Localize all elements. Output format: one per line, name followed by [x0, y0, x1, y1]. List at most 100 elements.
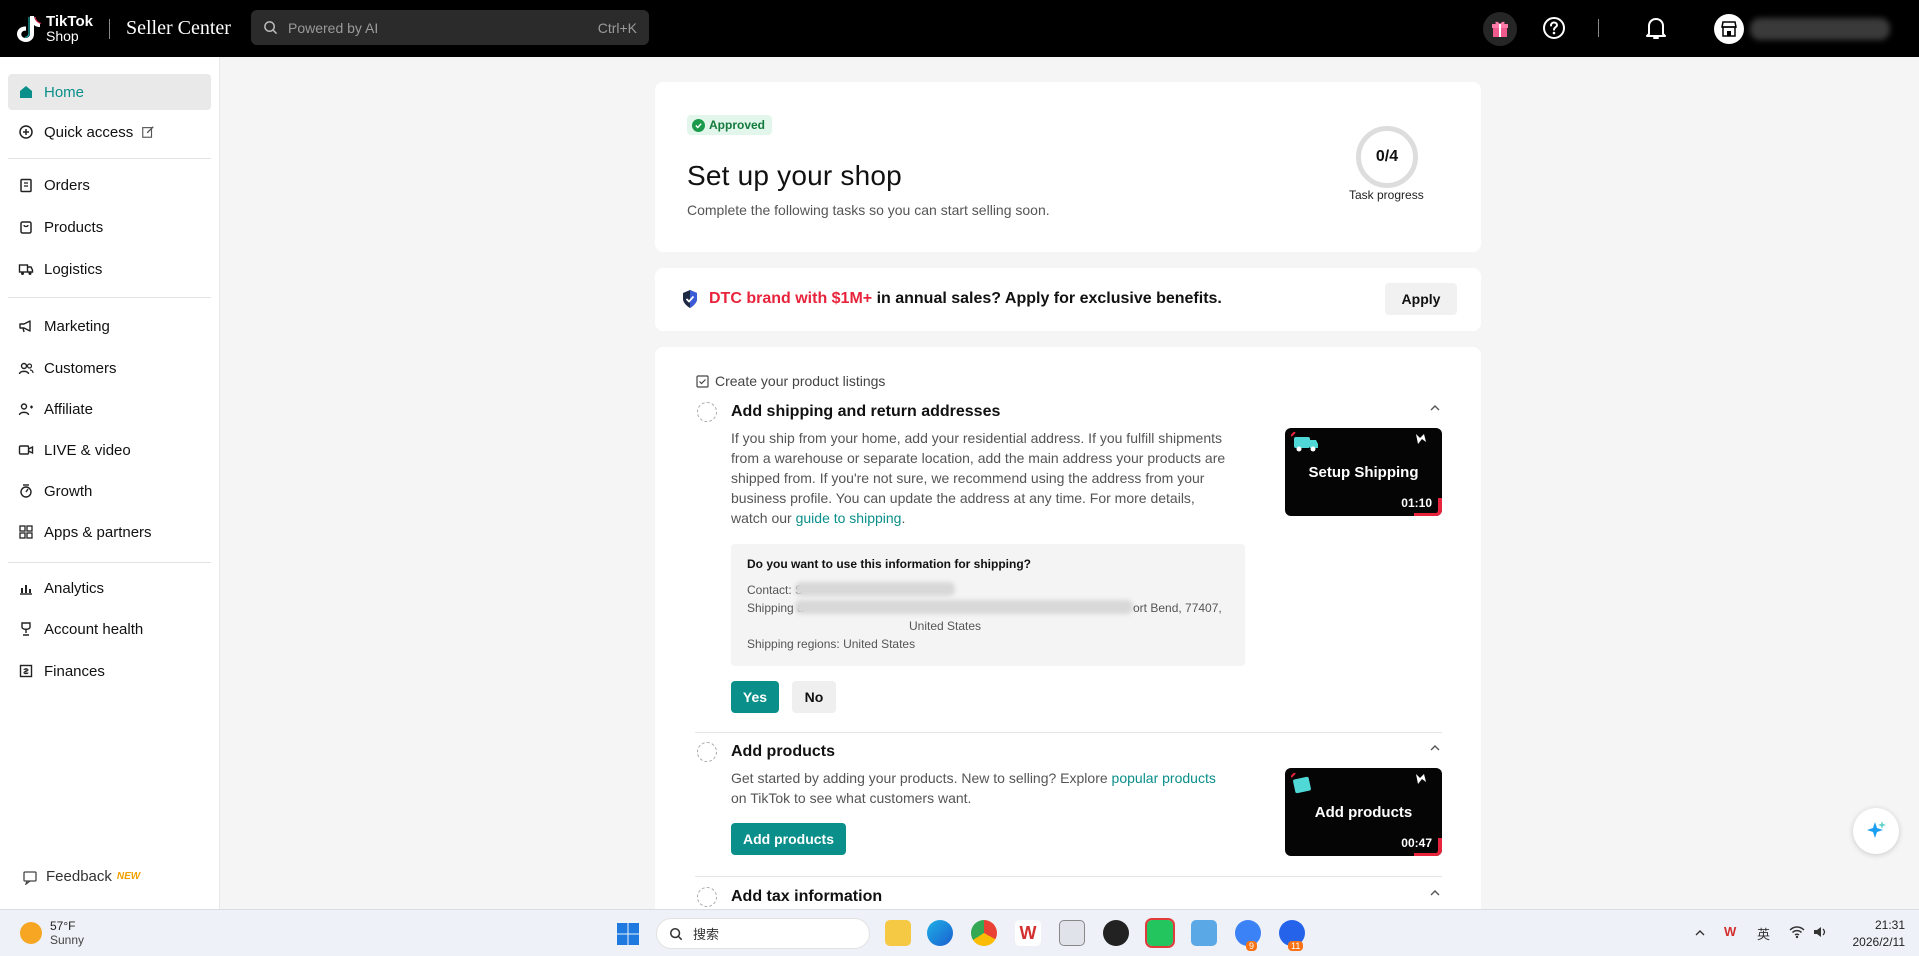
yes-button[interactable]: Yes	[731, 681, 779, 713]
sidebar-item-live-video[interactable]: LIVE & video	[8, 432, 211, 468]
dtc-rest: in annual sales? Apply for exclusive ben…	[872, 290, 1222, 307]
logo-divider	[108, 18, 110, 39]
sidebar-item-quick-access[interactable]: Quick access	[8, 114, 211, 150]
search-icon	[669, 927, 683, 940]
sidebar-item-growth[interactable]: Growth	[8, 473, 211, 509]
sidebar-divider	[8, 297, 211, 298]
task-status-circle	[697, 402, 717, 422]
sidebar-item-label: Products	[44, 218, 104, 236]
product-name: Seller Center	[125, 17, 231, 39]
sidebar-item-marketing[interactable]: Marketing	[8, 308, 211, 344]
shipping-info-box: Do you want to use this information for …	[731, 544, 1245, 666]
ai-assistant-button[interactable]	[1853, 808, 1899, 854]
sidebar-item-account-health[interactable]: Account health	[8, 611, 211, 647]
truck-sticker-icon	[1291, 432, 1318, 452]
taskbar-search[interactable]: 搜索	[656, 918, 870, 949]
logo-line1: TikTok	[46, 12, 93, 30]
video-thumbnail-products[interactable]: Add products 00:47	[1285, 768, 1442, 856]
no-button[interactable]: No	[792, 681, 836, 713]
help-icon[interactable]	[1542, 16, 1566, 40]
chevron-up-icon[interactable]	[1429, 402, 1441, 414]
sidebar-item-analytics[interactable]: Analytics	[8, 570, 211, 606]
sidebar-item-home[interactable]: Home	[8, 74, 211, 110]
sidebar-item-label: Orders	[44, 176, 90, 194]
new-badge: NEW	[116, 871, 141, 882]
finance-icon	[19, 664, 33, 678]
sidebar-item-logistics[interactable]: Logistics	[8, 251, 211, 287]
system-clock[interactable]: 21:31 2026/2/11	[1853, 917, 1906, 951]
page-title: Set up your shop	[687, 160, 902, 191]
wifi-icon[interactable]	[1789, 925, 1805, 939]
sidebar-item-finances[interactable]: Finances	[8, 653, 211, 689]
popular-products-link[interactable]: popular products	[1112, 770, 1216, 786]
qq-icon[interactable]	[1103, 920, 1129, 946]
sidebar-item-orders[interactable]: Orders	[8, 167, 211, 203]
tiktok-shop-logo[interactable]: TikTok Shop	[14, 14, 93, 44]
desc-line: Get started by adding your products. New…	[731, 768, 1271, 788]
ime-indicator[interactable]: 英	[1757, 924, 1770, 943]
chevron-up-icon[interactable]	[1429, 742, 1441, 754]
file-explorer-icon[interactable]	[885, 920, 911, 946]
address-tail: ort Bend, 77407,	[1133, 601, 1222, 615]
sidebar-item-apps-partners[interactable]: Apps & partners	[8, 514, 211, 550]
feedback-icon	[23, 870, 37, 885]
chevron-up-icon[interactable]	[1429, 887, 1441, 899]
truck-icon	[18, 264, 34, 275]
wps-icon[interactable]: W	[1015, 920, 1041, 946]
box-sticker-icon	[1291, 773, 1311, 794]
gift-button[interactable]	[1483, 12, 1517, 46]
feedback-link[interactable]: Feedback NEW	[22, 868, 140, 885]
volume-icon[interactable]	[1812, 925, 1828, 939]
guide-to-shipping-link[interactable]: guide to shipping	[796, 510, 902, 526]
windows-start-icon[interactable]	[616, 922, 640, 946]
sidebar: Home Quick access Orders Products Logist…	[0, 57, 220, 909]
logo-text: TikTok Shop	[46, 12, 93, 43]
sidebar-item-affiliate[interactable]: Affiliate	[8, 391, 211, 427]
chrome-icon[interactable]	[971, 920, 997, 946]
wechat-icon[interactable]	[1145, 918, 1175, 948]
apps-icon	[19, 525, 33, 539]
temperature: 57°F	[50, 919, 76, 933]
users-icon	[18, 362, 34, 375]
desc-text: watch our	[731, 510, 796, 526]
sidebar-item-customers[interactable]: Customers	[8, 350, 211, 386]
apply-button[interactable]: Apply	[1385, 283, 1457, 315]
video-thumbnail-shipping[interactable]: Setup Shipping 01:10	[1285, 428, 1442, 516]
home-icon	[20, 86, 32, 98]
sidebar-item-label: Account health	[44, 620, 144, 638]
task-title-shipping[interactable]: Add shipping and return addresses	[731, 403, 1000, 421]
page-subtitle: Complete the following tasks so you can …	[687, 202, 1050, 218]
search-bar[interactable]: Powered by AI Ctrl+K	[251, 10, 649, 45]
section-label: Create your product listings	[715, 373, 886, 389]
shipping-regions: Shipping regions: United States	[747, 637, 916, 651]
shop-avatar[interactable]	[1714, 14, 1744, 44]
task-divider	[695, 732, 1442, 733]
megaphone-icon	[19, 320, 31, 333]
taskbar-search-placeholder: 搜索	[693, 927, 720, 942]
feedback-label: Feedback	[46, 868, 112, 885]
desc-text: .	[901, 510, 906, 526]
sidebar-item-label: LIVE & video	[44, 441, 131, 459]
edge-icon[interactable]	[927, 920, 953, 946]
task-title-products[interactable]: Add products	[731, 743, 835, 761]
wps-tray-icon[interactable]: W	[1724, 924, 1736, 939]
shield-check-icon	[683, 290, 697, 308]
tray-chevron-icon[interactable]	[1694, 927, 1706, 939]
app-window-icon[interactable]	[1059, 920, 1085, 946]
sidebar-item-label: Customers	[44, 359, 117, 377]
account-name-redacted[interactable]	[1750, 18, 1890, 40]
task-title-tax[interactable]: Add tax information	[731, 888, 882, 906]
tasks-card: Create your product listings Add shippin…	[655, 347, 1481, 927]
desc-line: business profile. You can update the add…	[731, 490, 1195, 506]
video-corner-accent	[1414, 498, 1442, 516]
sidebar-item-products[interactable]: Products	[8, 209, 211, 245]
affiliate-icon	[18, 403, 33, 416]
address-redacted	[795, 600, 1133, 614]
clock-date: 2026/2/11	[1852, 935, 1906, 949]
weather-widget[interactable]: 57°F Sunny	[20, 919, 84, 947]
bell-icon[interactable]	[1644, 15, 1668, 41]
edit-icon[interactable]	[141, 125, 155, 139]
add-products-button[interactable]: Add products	[731, 823, 846, 855]
network-app-icon[interactable]	[1191, 920, 1217, 946]
sidebar-divider	[8, 562, 211, 563]
